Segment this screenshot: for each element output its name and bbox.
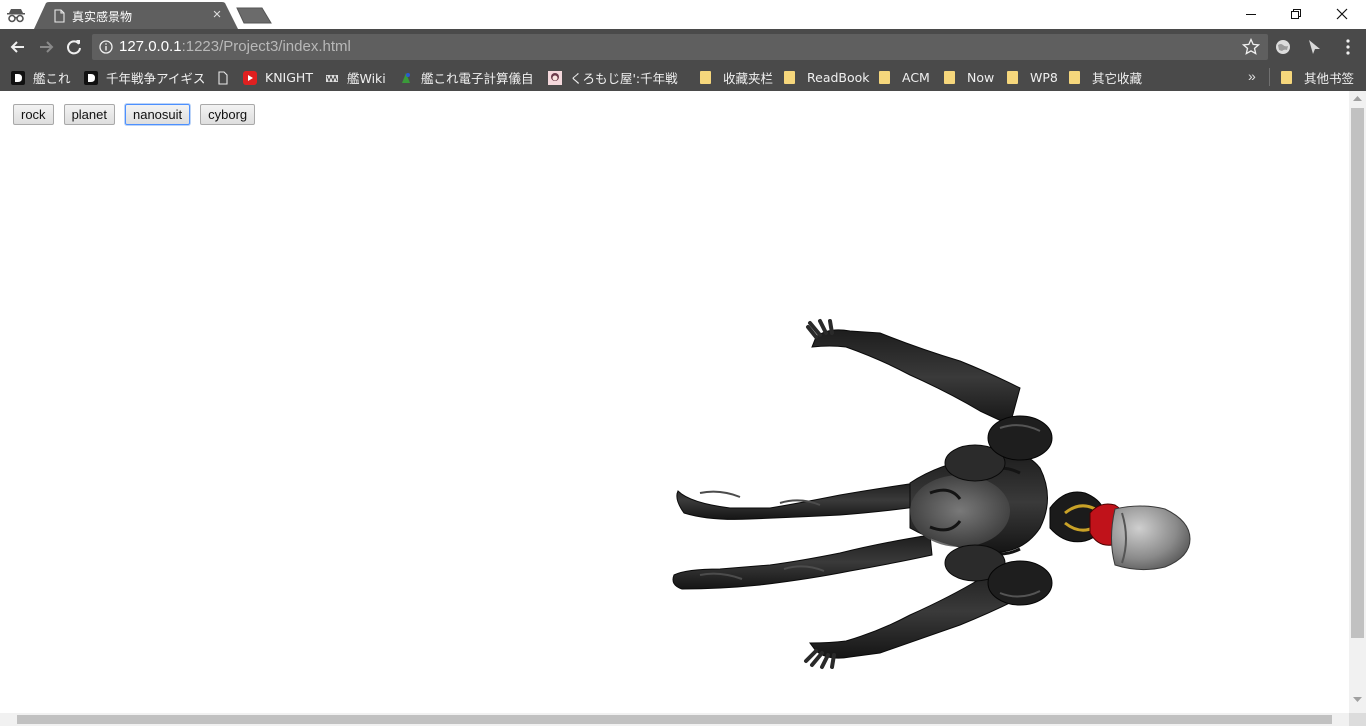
tab-close-icon[interactable]: × xyxy=(210,6,224,24)
url-path: :1223/Project3/index.html xyxy=(181,38,351,55)
bookmarks-overflow-button[interactable]: » xyxy=(1248,68,1256,84)
bookmark-label: ReadBook xyxy=(807,70,870,85)
bookmark-label: 艦Wiki xyxy=(347,71,386,86)
back-arrow-icon xyxy=(10,41,24,53)
folder-icon xyxy=(784,71,795,84)
page-icon xyxy=(218,70,228,85)
minimize-icon xyxy=(1246,14,1256,15)
bookmarks-separator xyxy=(1269,68,1270,86)
bookmark-knight[interactable]: KNIGHT xyxy=(243,68,313,87)
bookmark-folder-other-favorites[interactable]: 其它收藏 xyxy=(1069,68,1142,87)
kebab-menu-icon xyxy=(1346,39,1350,55)
page-icon xyxy=(54,9,65,23)
black-d-icon xyxy=(84,70,98,85)
folder-icon xyxy=(700,71,711,84)
folder-icon xyxy=(1069,71,1080,84)
bookmark-folder-wp8[interactable]: WP8 xyxy=(1007,68,1058,87)
scroll-down-icon[interactable] xyxy=(1353,697,1362,703)
extension-cursor-button[interactable] xyxy=(1303,36,1325,58)
green-icon xyxy=(402,72,410,83)
bookmark-label: 收藏夹栏 xyxy=(723,71,774,86)
bookmark-label: 千年戦争アイギス xyxy=(106,71,206,86)
bookmark-folder-acm[interactable]: ACM xyxy=(879,68,930,87)
bookmark-label: 艦これ電子計算儀自 xyxy=(421,71,534,86)
nanosuit-model-render[interactable] xyxy=(660,313,1200,683)
address-bar[interactable]: 127.0.0.1:1223/Project3/index.html xyxy=(92,34,1268,60)
menu-button[interactable] xyxy=(1337,36,1359,58)
url-text: 127.0.0.1:1223/Project3/index.html xyxy=(119,38,351,55)
reload-icon xyxy=(67,40,81,55)
horizontal-scrollbar[interactable] xyxy=(0,713,1349,726)
bookmark-calculator[interactable]: 艦これ電子計算儀自 xyxy=(399,68,534,87)
bookmark-folder-now[interactable]: Now xyxy=(944,68,994,87)
active-tab[interactable]: 真实感景物 × xyxy=(34,2,238,29)
bookmark-aigis[interactable]: 千年戦争アイギス xyxy=(84,68,205,87)
restore-icon xyxy=(1291,9,1301,19)
red-logo-icon xyxy=(243,70,257,85)
bookmark-folder-readbook[interactable]: ReadBook xyxy=(784,68,870,87)
vertical-scrollbar[interactable] xyxy=(1349,91,1366,713)
close-window-button[interactable] xyxy=(1319,0,1365,29)
bookmark-folder-favorites[interactable]: 收藏夹栏 xyxy=(700,68,773,87)
cursor-icon xyxy=(1309,40,1320,54)
bookmark-kanwiki[interactable]: 艦Wiki xyxy=(325,68,386,87)
extension-globe-button[interactable] xyxy=(1272,36,1294,58)
bookmark-kancolle[interactable]: 艦これ xyxy=(11,68,71,87)
scrollbar-corner xyxy=(1349,713,1366,726)
restore-button[interactable] xyxy=(1273,0,1319,29)
close-icon xyxy=(1336,8,1348,20)
model-selector: rock planet nanosuit cyborg xyxy=(13,104,265,125)
bookmarks-bar: 艦これ 千年戦争アイギス KNIGHT 艦Wiki 艦これ電子計算儀自 くろもじ… xyxy=(0,64,1366,91)
bookmark-label: くろもじ屋':千年戦 xyxy=(570,71,678,86)
planet-button[interactable]: planet xyxy=(63,104,115,125)
folder-icon xyxy=(944,71,955,84)
forward-arrow-icon xyxy=(40,41,54,53)
cyborg-button[interactable]: cyborg xyxy=(200,104,256,125)
horizontal-scroll-thumb[interactable] xyxy=(17,715,1332,724)
vertical-scroll-thumb[interactable] xyxy=(1351,108,1364,638)
new-tab-button[interactable] xyxy=(236,7,272,24)
info-icon[interactable] xyxy=(99,40,113,54)
rock-button[interactable]: rock xyxy=(13,104,54,125)
nanosuit-button[interactable]: nanosuit xyxy=(124,104,191,125)
bookmark-star-icon[interactable] xyxy=(1242,38,1260,56)
url-host: 127.0.0.1 xyxy=(119,38,182,55)
scroll-up-icon[interactable] xyxy=(1353,95,1362,101)
folder-icon xyxy=(1007,71,1018,84)
wiki-icon xyxy=(326,74,338,82)
globe-icon xyxy=(1276,40,1290,54)
forward-button[interactable] xyxy=(35,36,57,58)
folder-icon xyxy=(1281,71,1292,84)
bookmark-page[interactable] xyxy=(216,68,238,87)
page-viewport[interactable]: rock planet nanosuit cyborg xyxy=(0,91,1349,713)
avatar-icon xyxy=(548,70,562,85)
tab-title: 真实感景物 xyxy=(72,10,133,24)
other-bookmarks-label: 其他书签 xyxy=(1304,71,1355,86)
black-d-icon xyxy=(11,70,25,85)
bookmark-label: ACM xyxy=(902,70,930,85)
other-bookmarks-folder[interactable]: 其他书签 xyxy=(1281,68,1354,87)
bookmark-kuromojiya[interactable]: くろもじ屋':千年戦 xyxy=(548,68,678,87)
minimize-button[interactable] xyxy=(1228,0,1274,29)
reload-button[interactable] xyxy=(63,36,85,58)
back-button[interactable] xyxy=(7,36,29,58)
bookmark-label: 其它收藏 xyxy=(1092,71,1143,86)
bookmark-label: KNIGHT xyxy=(265,70,313,85)
incognito-icon xyxy=(7,9,25,23)
tab-strip: 真实感景物 × xyxy=(0,0,1366,29)
bookmark-label: 艦これ xyxy=(33,71,71,86)
bookmark-label: Now xyxy=(967,70,995,85)
folder-icon xyxy=(879,71,890,84)
bookmark-label: WP8 xyxy=(1030,70,1058,85)
